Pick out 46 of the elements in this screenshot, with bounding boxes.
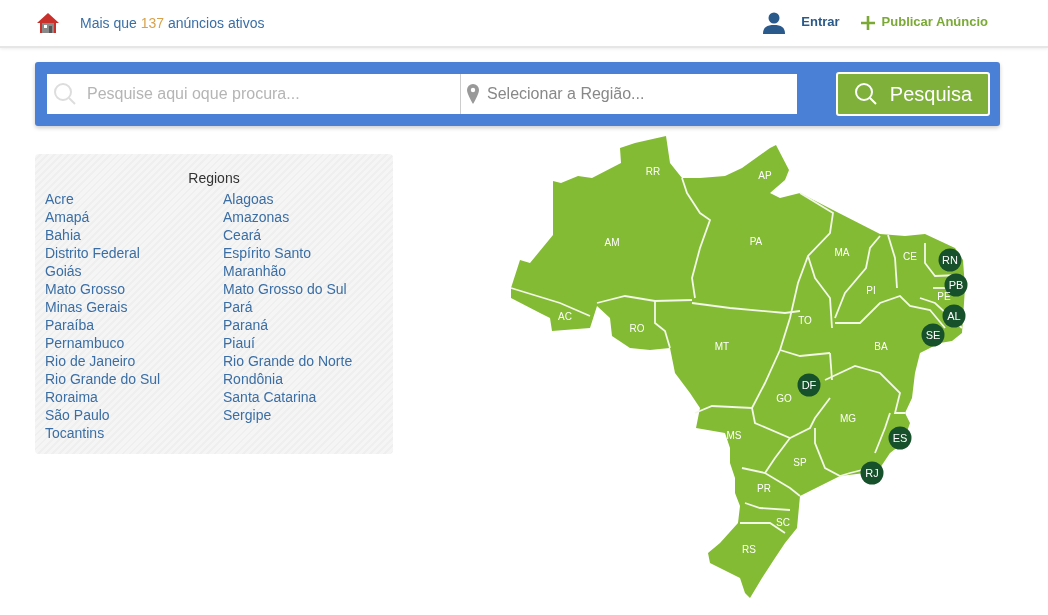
region-link[interactable]: Maranhão — [223, 262, 287, 280]
region-link[interactable]: Minas Gerais — [45, 298, 128, 316]
region-link[interactable]: Rondônia — [223, 370, 283, 388]
region-link[interactable]: Goiás — [45, 262, 82, 280]
plus-icon[interactable] — [859, 15, 876, 31]
home-icon[interactable] — [36, 12, 60, 34]
user-icon[interactable] — [763, 12, 786, 34]
region-link[interactable]: Acre — [45, 190, 74, 208]
state-marker[interactable]: SE — [921, 323, 945, 347]
state-marker[interactable]: DF — [797, 373, 821, 397]
region-link[interactable]: Pará — [223, 298, 253, 316]
publish-ad-link[interactable]: Publicar Anúncio — [881, 13, 988, 29]
region-link[interactable]: Mato Grosso — [45, 280, 126, 298]
region-link[interactable]: Bahia — [45, 226, 81, 244]
region-link[interactable]: São Paulo — [45, 406, 110, 424]
state-marker[interactable]: RJ — [860, 461, 884, 485]
region-link[interactable]: Alagoas — [223, 190, 274, 208]
region-link[interactable]: Mato Grosso do Sul — [223, 280, 347, 298]
regions-title: Regions — [187, 170, 241, 186]
region-link[interactable]: Espírito Santo — [223, 244, 311, 262]
region-link[interactable]: Roraima — [45, 388, 98, 406]
region-link[interactable]: Rio Grande do Norte — [223, 352, 353, 370]
region-link[interactable]: Ceará — [223, 226, 262, 244]
active-ads-text: Mais que 137 anúncios ativos — [80, 15, 265, 31]
region-link[interactable]: Sergipe — [223, 406, 272, 424]
search-button[interactable]: Pesquisa — [836, 72, 990, 116]
region-link[interactable]: Tocantins — [45, 424, 105, 442]
region-link[interactable]: Amazonas — [223, 208, 290, 226]
region-link[interactable]: Distrito Federal — [45, 244, 140, 262]
region-link[interactable]: Paraná — [223, 316, 269, 334]
region-link[interactable]: Pernambuco — [45, 334, 125, 352]
region-link[interactable]: Rio de Janeiro — [45, 352, 136, 370]
login-link[interactable]: Entrar — [801, 13, 840, 29]
region-link[interactable]: Rio Grande do Sul — [45, 370, 161, 388]
search-icon — [853, 82, 878, 106]
region-link[interactable]: Santa Catarina — [223, 388, 317, 406]
region-link[interactable]: Piauí — [223, 334, 255, 352]
region-field[interactable]: Selecionar a Região... — [461, 74, 797, 114]
region-link[interactable]: Paraíba — [45, 316, 95, 334]
search-icon — [53, 82, 77, 106]
state-marker[interactable]: RN — [938, 248, 962, 272]
state-marker[interactable]: AL — [942, 304, 966, 328]
search-field[interactable]: Pesquise aqui oque procura... — [47, 74, 461, 114]
location-pin-icon — [467, 84, 479, 104]
state-marker[interactable]: ES — [888, 426, 912, 450]
region-link[interactable]: Amapá — [45, 208, 90, 226]
